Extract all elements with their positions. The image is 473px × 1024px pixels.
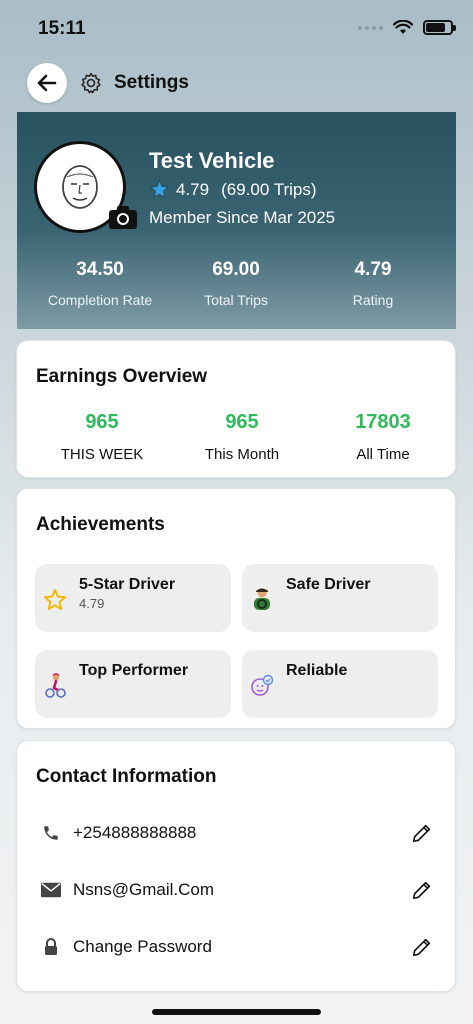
- gear-icon: [78, 70, 104, 96]
- earnings-value: 965: [225, 411, 259, 433]
- contact-title: Contact Information: [36, 766, 217, 787]
- earnings-week: 965 THIS WEEK: [32, 411, 172, 463]
- contact-row-password: Change Password: [17, 927, 457, 967]
- battery-icon: [423, 20, 456, 35]
- signal-dots-icon: [358, 25, 383, 30]
- rating-value: 4.79: [176, 179, 210, 199]
- earnings-label: This Month: [204, 446, 280, 463]
- achievement-name: 5-Star Driver: [79, 576, 176, 593]
- stat-total-trips: 69.00 Total Trips: [161, 259, 311, 308]
- achievement-top-performer[interactable]: Top Performer: [35, 650, 231, 718]
- earnings-value: 965: [85, 411, 119, 433]
- achievements-title: Achievements: [36, 514, 165, 535]
- battery-fill: [426, 23, 446, 32]
- mail-icon: [41, 880, 61, 900]
- earnings-value: 17803: [355, 411, 411, 433]
- rating-line: 4.79 (69.00 Trips): [149, 179, 317, 200]
- home-indicator[interactable]: [152, 1009, 321, 1015]
- contact-email: Nsns@Gmail.Com: [73, 880, 214, 899]
- achievement-name: Reliable: [286, 662, 348, 679]
- stat-rating: 4.79 Rating: [298, 259, 448, 308]
- driver-icon: [250, 586, 274, 614]
- achievement-name: Safe Driver: [286, 576, 371, 593]
- earnings-all-time: 17803 All Time: [313, 411, 453, 463]
- achievement-five-star[interactable]: 5-Star Driver 4.79: [35, 564, 231, 632]
- contact-row-phone: +254888888888: [17, 813, 457, 853]
- back-arrow-icon: [37, 74, 57, 92]
- member-since: Member Since Mar 2025: [149, 208, 336, 227]
- status-icons: [358, 20, 456, 35]
- status-time: 15:11: [38, 18, 86, 39]
- stat-label: Total Trips: [204, 292, 268, 308]
- trips-count: (69.00 Trips): [221, 179, 317, 199]
- achievement-name: Top Performer: [79, 662, 189, 679]
- edit-icon[interactable]: [411, 822, 433, 844]
- earnings-month: 965 This Month: [172, 411, 312, 463]
- earnings-card: Earnings Overview 965 THIS WEEK 965 This…: [16, 340, 456, 478]
- achievement-safe-driver[interactable]: Safe Driver: [242, 564, 438, 632]
- achievements-card: Achievements 5-Star Driver 4.79 Safe Dri…: [16, 488, 456, 729]
- achievement-sub: 4.79: [79, 596, 105, 611]
- edit-icon[interactable]: [411, 936, 433, 958]
- contact-change-password[interactable]: Change Password: [73, 937, 212, 957]
- profile-header: Test Vehicle 4.79 (69.00 Trips) Member S…: [17, 112, 456, 329]
- face-icon: [62, 165, 98, 209]
- lock-icon: [41, 937, 61, 957]
- page-title: Settings: [114, 72, 189, 93]
- stat-completion-rate: 34.50 Completion Rate: [25, 259, 175, 308]
- stat-value: 34.50: [76, 259, 124, 280]
- back-button[interactable]: [27, 63, 67, 103]
- camera-icon[interactable]: [108, 204, 138, 230]
- wifi-icon: [393, 20, 413, 34]
- star-outline-icon: [43, 586, 67, 614]
- earnings-label: THIS WEEK: [60, 446, 144, 463]
- stat-value: 4.79: [354, 259, 392, 280]
- contact-phone: +254888888888: [73, 823, 197, 842]
- stat-value: 69.00: [212, 259, 260, 280]
- earnings-title: Earnings Overview: [36, 366, 208, 387]
- cyclist-icon: [43, 672, 67, 700]
- status-bar: 15:11: [0, 0, 473, 56]
- earnings-label: All Time: [356, 446, 410, 463]
- top-nav: Settings: [27, 63, 189, 103]
- profile-name: Test Vehicle: [149, 148, 275, 173]
- contact-row-email: Nsns@Gmail.Com: [17, 870, 457, 910]
- edit-icon[interactable]: [411, 879, 433, 901]
- contact-card: Contact Information +254888888888 Nsns@G…: [16, 740, 456, 992]
- phone-icon: [41, 823, 61, 843]
- star-icon: [149, 179, 170, 199]
- achievement-reliable[interactable]: Reliable: [242, 650, 438, 718]
- verified-face-icon: [250, 672, 274, 700]
- stat-label: Completion Rate: [47, 292, 153, 308]
- stat-label: Rating: [352, 292, 394, 308]
